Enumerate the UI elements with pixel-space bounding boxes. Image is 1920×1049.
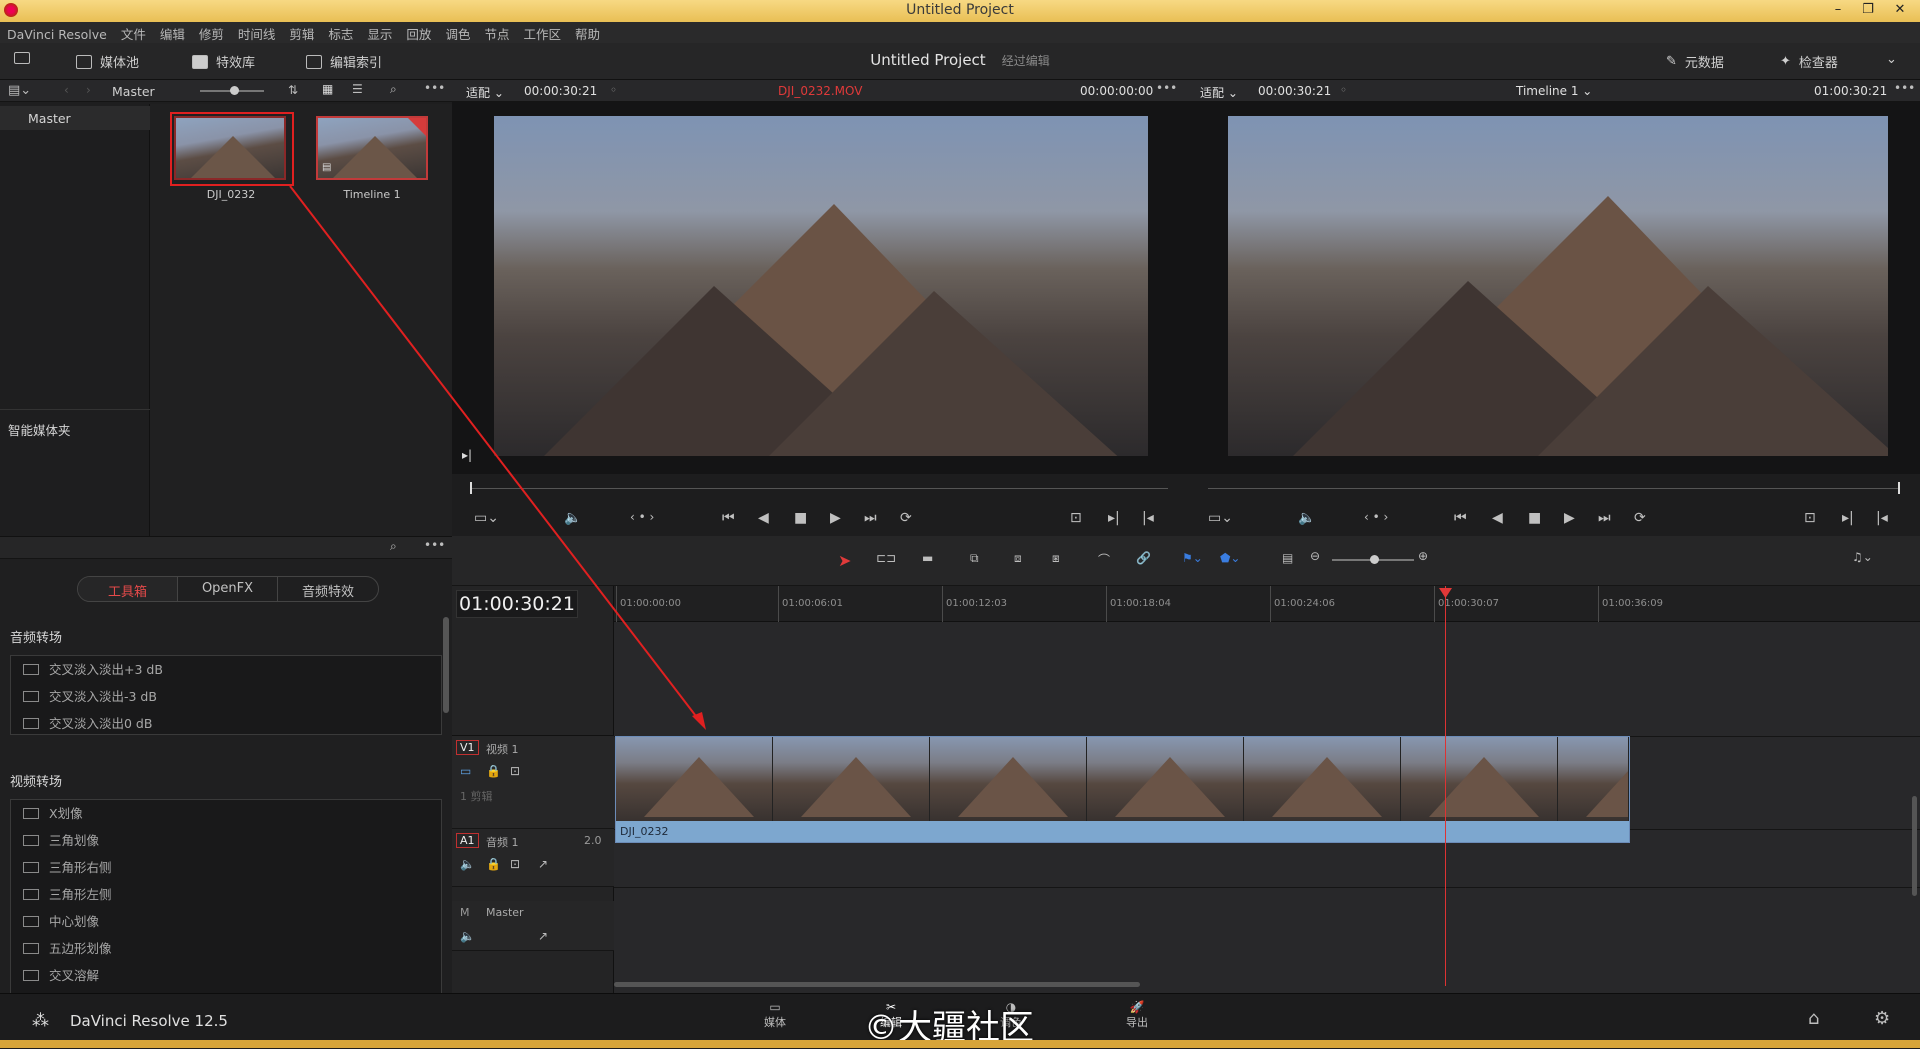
media-page-icon: ▭: [769, 1000, 781, 1014]
home-icon[interactable]: ⌂: [1808, 1008, 1819, 1029]
app-name: DaVinci Resolve 12.5: [70, 1012, 228, 1030]
page-deliver[interactable]: 🚀 导出: [1126, 1000, 1148, 1030]
gear-icon[interactable]: ⚙: [1874, 1008, 1890, 1029]
page-media[interactable]: ▭ 媒体: [764, 1000, 786, 1030]
davinci-logo-icon: ⁂: [32, 1011, 49, 1031]
os-taskbar: [0, 1040, 1920, 1048]
rocket-icon: 🚀: [1129, 1000, 1145, 1014]
annotation-arrow: [289, 185, 706, 730]
page-media-label: 媒体: [764, 1016, 786, 1029]
page-deliver-label: 导出: [1126, 1016, 1148, 1029]
